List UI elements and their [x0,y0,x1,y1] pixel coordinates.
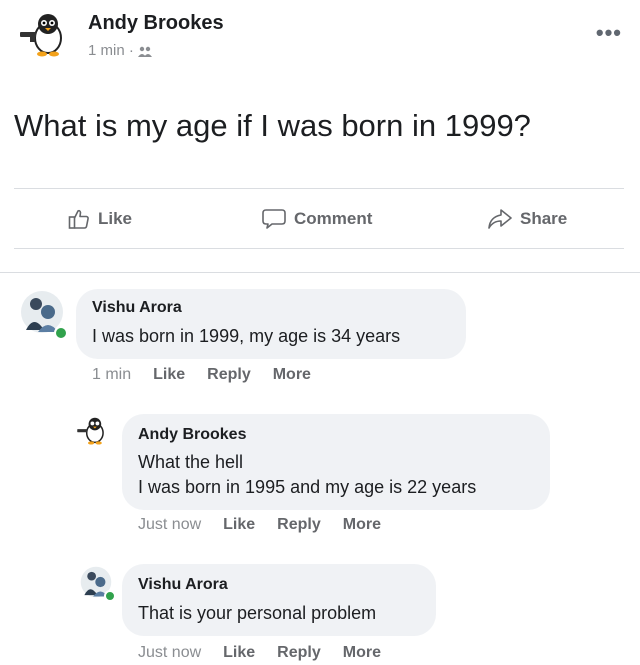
comment-text: I was born in 1999, my age is 34 years [92,326,401,346]
reply-like-link[interactable]: Like [223,644,255,661]
post-header: Andy Brookes 1 min · ••• [18,6,622,66]
post-meta: 1 min · [88,42,153,59]
comment-author-name[interactable]: Vishu Arora [92,299,182,317]
friends-icon[interactable] [138,46,153,57]
reply-time[interactable]: Just now [138,644,201,661]
comment-icon [262,209,286,229]
post-menu-button[interactable]: ••• [596,20,622,46]
reply-bubble: Andy Brookes What the hell I was born in… [122,414,550,510]
reply-time[interactable]: Just now [138,516,201,533]
reply-like-link[interactable]: Like [223,516,255,533]
online-status-dot [104,590,116,602]
online-status-dot [54,326,68,340]
action-bar: Like Comment Share [14,190,624,248]
penguin-avatar[interactable] [18,8,72,62]
reply-bubble: Vishu Arora That is your personal proble… [122,564,436,636]
share-icon [488,209,512,229]
reply-more-link[interactable]: More [343,516,381,533]
reply-text-line-1: What the hell [138,452,244,472]
reply-reply-link[interactable]: Reply [277,644,321,661]
section-separator [0,272,640,273]
reply-text-line-2: I was born in 1995 and my age is 22 year… [138,477,477,497]
post-time[interactable]: 1 min [88,42,125,59]
like-button[interactable]: Like [68,190,132,248]
comment-reply-link[interactable]: Reply [207,366,251,383]
comment-like-link[interactable]: Like [153,366,185,383]
meta-separator: · [128,42,134,59]
thumbs-up-icon [68,209,89,229]
reply-avatar-andy[interactable] [76,414,110,448]
reply-reply-link[interactable]: Reply [277,516,321,533]
comment-bubble: Vishu Arora I was born in 1999, my age i… [76,289,466,359]
comment-label: Comment [294,209,373,228]
reply-actions: Just now Like Reply More [138,516,403,534]
reply-text: That is your personal problem [138,603,377,623]
share-label: Share [520,209,568,228]
divider [14,188,624,189]
comment-actions: 1 min Like Reply More [92,366,333,384]
reply-author-name[interactable]: Vishu Arora [138,576,228,594]
comment-button[interactable]: Comment [262,190,372,248]
reply-more-link[interactable]: More [343,644,381,661]
reply-actions: Just now Like Reply More [138,644,403,662]
like-label: Like [98,209,133,228]
reply-author-name[interactable]: Andy Brookes [138,426,246,444]
divider [14,248,624,249]
comment-time[interactable]: 1 min [92,366,131,383]
post-author-name[interactable]: Andy Brookes [88,12,224,35]
post-text: What is my age if I was born in 1999? [14,108,531,143]
share-button[interactable]: Share [488,190,567,248]
comment-more-link[interactable]: More [273,366,311,383]
